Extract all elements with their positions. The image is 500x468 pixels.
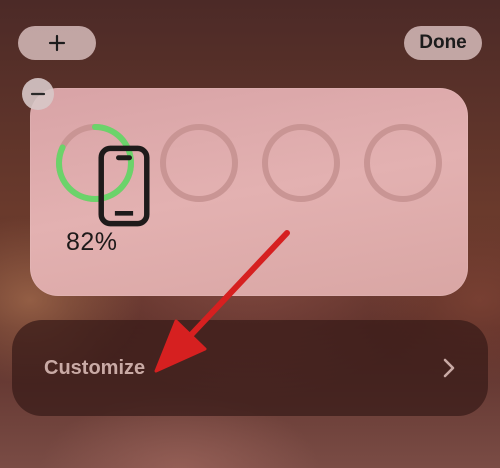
- minus-icon: [30, 92, 46, 96]
- battery-ring-empty: [158, 122, 240, 204]
- plus-icon: [48, 34, 66, 52]
- done-button[interactable]: Done: [404, 26, 482, 60]
- chevron-right-icon: [443, 358, 455, 378]
- battery-ring-empty: [260, 122, 342, 204]
- customize-label: Customize: [44, 357, 146, 379]
- batteries-widget[interactable]: 82%: [30, 88, 468, 296]
- add-widget-button[interactable]: [18, 26, 96, 60]
- battery-ring-iphone: [54, 122, 150, 227]
- customize-button[interactable]: Customize: [12, 320, 488, 416]
- iphone-icon: [98, 145, 150, 227]
- remove-widget-button[interactable]: [22, 78, 54, 110]
- battery-percentage: 82%: [66, 228, 118, 256]
- battery-ring-empty: [362, 122, 444, 204]
